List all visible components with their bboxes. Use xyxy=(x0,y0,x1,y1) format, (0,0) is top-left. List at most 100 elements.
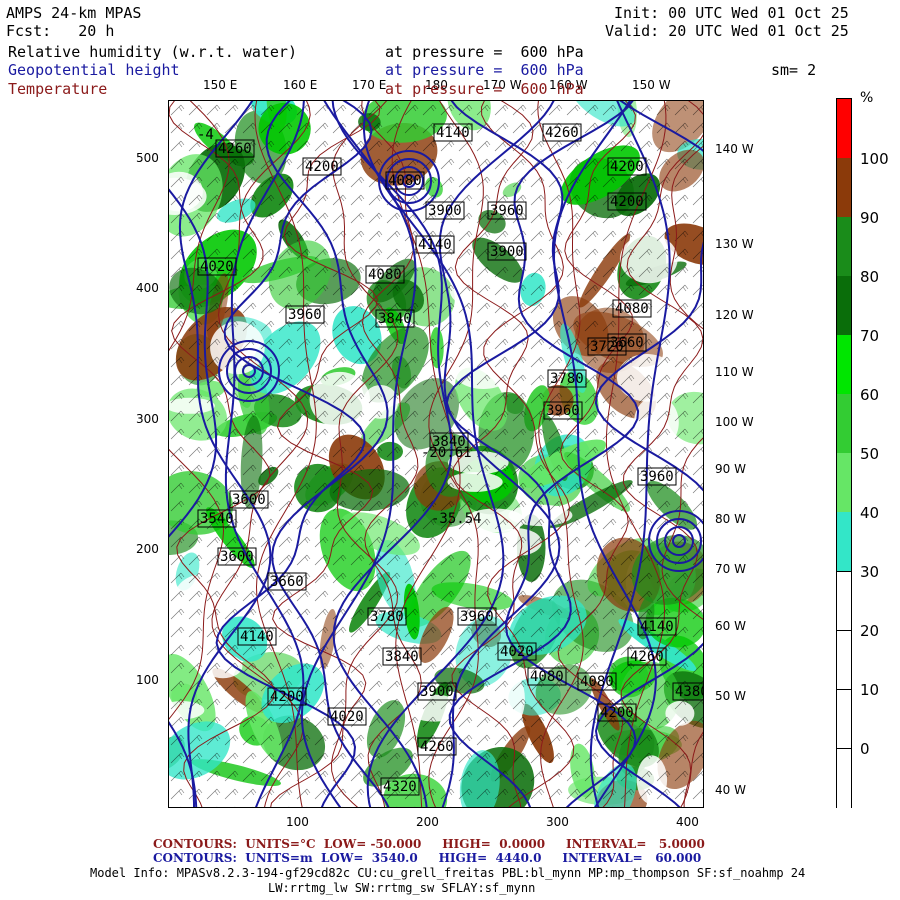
svg-text:3840: 3840 xyxy=(378,311,412,327)
colorbar-label: 100 xyxy=(860,150,889,168)
x-tick-label: 400 xyxy=(676,815,699,829)
init-time: Init: 00 UTC Wed 01 Oct 25 xyxy=(614,4,849,22)
y-tick-label: 100 xyxy=(136,673,159,687)
height-contour-label: 3660 xyxy=(607,333,647,352)
svg-text:4140: 4140 xyxy=(436,125,470,141)
model-info-line1: Model Info: MPASv8.2.3-194-gf29cd82c CU:… xyxy=(90,866,806,880)
svg-text:3660: 3660 xyxy=(610,335,644,351)
lon-right-label: 140 W xyxy=(715,142,754,156)
colorbar-label: 20 xyxy=(860,622,880,640)
colorbar-label: 0 xyxy=(860,740,870,758)
svg-text:4080: 4080 xyxy=(615,301,649,317)
temperature-label: -20.61 xyxy=(421,445,472,461)
svg-text:3600: 3600 xyxy=(232,492,266,508)
svg-text:3900: 3900 xyxy=(490,244,524,260)
height-contour-label: 4080 xyxy=(577,672,617,691)
colorbar-segment xyxy=(837,630,851,690)
x-tick-label: 100 xyxy=(286,815,309,829)
lon-top-label: 170 E xyxy=(352,78,387,92)
valid-time: Valid: 20 UTC Wed 01 Oct 25 xyxy=(605,22,849,40)
field-height-name: Geopotential height xyxy=(8,61,180,79)
colorbar-label: 80 xyxy=(860,268,880,286)
colorbar-segment xyxy=(837,335,851,394)
svg-text:4020: 4020 xyxy=(500,644,534,660)
svg-text:3840: 3840 xyxy=(385,649,419,665)
forecast-hour: Fcst: 20 h xyxy=(6,22,115,40)
height-contour-label: 4320 xyxy=(380,777,420,796)
model-title: AMPS 24-km MPAS xyxy=(6,4,142,22)
svg-text:3780: 3780 xyxy=(550,371,584,387)
map-panel: 4260 4200 4140 4260 4200 4080 4200 3900 3960 3900… xyxy=(168,100,704,808)
colorbar-segment xyxy=(837,217,851,276)
svg-text:4260: 4260 xyxy=(630,649,664,665)
lon-right-label: 50 W xyxy=(715,689,746,703)
colorbar-label: 60 xyxy=(860,386,880,404)
height-contour-label: 3960 xyxy=(457,607,497,626)
height-contour-label: 3960 xyxy=(285,305,325,324)
colorbar-segment xyxy=(837,394,851,453)
height-contour-label: 4140 xyxy=(237,627,277,646)
svg-text:4200: 4200 xyxy=(610,159,644,175)
colorbar-segment xyxy=(837,512,851,571)
height-contour-label: 4200 xyxy=(597,703,637,722)
svg-text:4080: 4080 xyxy=(580,674,614,690)
height-contour-label: 3780 xyxy=(367,607,407,626)
colorbar-segment xyxy=(837,571,851,631)
svg-text:3780: 3780 xyxy=(370,609,404,625)
colorbar-label: 50 xyxy=(860,445,880,463)
colorbar-segment xyxy=(837,276,851,335)
field-rh-name: Relative humidity (w.r.t. water) xyxy=(8,43,297,61)
svg-text:3960: 3960 xyxy=(460,609,494,625)
height-contour-label: 3840 xyxy=(375,309,415,328)
colorbar-label: 40 xyxy=(860,504,880,522)
svg-text:4260: 4260 xyxy=(420,739,454,755)
height-contour-label: 4200 xyxy=(607,157,647,176)
lon-right-label: 40 W xyxy=(715,783,746,797)
temperature-label: -35.54 xyxy=(431,511,482,527)
lon-right-label: 90 W xyxy=(715,462,746,476)
height-contour-label: 4260 xyxy=(417,737,457,756)
lon-right-label: 100 W xyxy=(715,415,754,429)
lon-right-label: 110 W xyxy=(715,365,754,379)
field-rh-level: at pressure = 600 hPa xyxy=(385,43,584,61)
height-contour-label: 3960 xyxy=(487,201,527,220)
height-contour-label: 4140 xyxy=(433,123,473,142)
colorbar-label: 30 xyxy=(860,563,880,581)
temperature-label: -4 xyxy=(197,127,214,143)
height-contour-label: 3900 xyxy=(417,682,457,701)
svg-text:4200: 4200 xyxy=(270,689,304,705)
colorbar-segment xyxy=(837,453,851,512)
svg-text:3900: 3900 xyxy=(428,203,462,219)
y-tick-label: 200 xyxy=(136,542,159,556)
colorbar-segment xyxy=(837,689,851,749)
svg-text:3960: 3960 xyxy=(546,403,580,419)
svg-text:3540: 3540 xyxy=(200,511,234,527)
y-tick-label: 500 xyxy=(136,151,159,165)
svg-text:4020: 4020 xyxy=(200,259,234,275)
colorbar-segment xyxy=(837,158,851,217)
y-tick-label: 300 xyxy=(136,412,159,426)
height-contour-label: 4380 xyxy=(672,682,703,701)
lon-right-label: 80 W xyxy=(715,512,746,526)
height-contour-label: 4140 xyxy=(415,235,455,254)
svg-text:3960: 3960 xyxy=(640,469,674,485)
height-contour-label: 3960 xyxy=(543,401,583,420)
smoothing-label: sm= 2 xyxy=(771,61,817,79)
height-contour-label: 3780 xyxy=(547,369,587,388)
height-contour-label: 4080 xyxy=(612,299,652,318)
svg-text:3960: 3960 xyxy=(490,203,524,219)
field-temp-name: Temperature xyxy=(8,80,108,98)
lon-right-label: 120 W xyxy=(715,308,754,322)
svg-text:4020: 4020 xyxy=(330,709,364,725)
height-contour-label: 4080 xyxy=(365,265,405,284)
svg-text:4140: 4140 xyxy=(240,629,274,645)
height-contour-label: 4080 xyxy=(385,171,425,190)
height-contour-label: 4020 xyxy=(497,642,537,661)
model-info-line2: LW:rrtmg_lw SW:rrtmg_sw SFLAY:sf_mynn xyxy=(268,881,536,895)
colorbar-label: 10 xyxy=(860,681,880,699)
height-contour-label: 4140 xyxy=(637,617,677,636)
svg-text:4200: 4200 xyxy=(600,705,634,721)
svg-text:4080: 4080 xyxy=(368,267,402,283)
height-contour-label: 3900 xyxy=(425,201,465,220)
height-contour-label: 4200 xyxy=(607,192,647,211)
